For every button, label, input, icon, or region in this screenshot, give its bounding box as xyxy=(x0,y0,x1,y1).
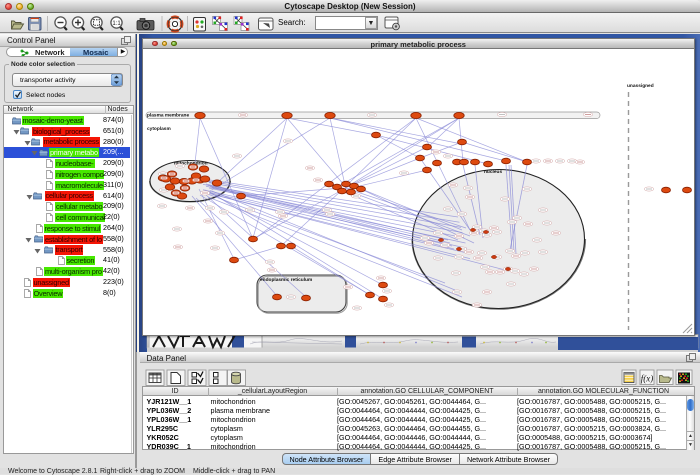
svg-text:f(x): f(x) xyxy=(641,374,654,384)
svg-text:nucleus: nucleus xyxy=(484,169,502,175)
svg-text:1:1: 1:1 xyxy=(112,21,121,27)
svg-text:unassigned: unassigned xyxy=(627,83,654,89)
svg-text:plasma membrane: plasma membrane xyxy=(147,113,189,119)
svg-text:cytoplasm: cytoplasm xyxy=(147,126,171,132)
svg-text:endoplasmic reticulum: endoplasmic reticulum xyxy=(260,277,312,283)
